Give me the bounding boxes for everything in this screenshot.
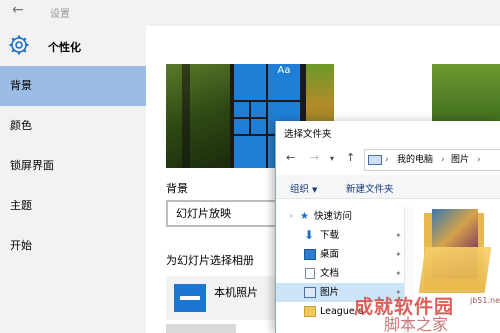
folder-front bbox=[418, 247, 492, 293]
album-item[interactable]: 本机照片 bbox=[166, 276, 286, 320]
tree-item-documents[interactable]: 文档 ✦ bbox=[276, 264, 404, 283]
breadcrumb-pictures[interactable]: 图片 bbox=[451, 150, 469, 170]
address-bar[interactable]: › 我的电脑 › 图片 › bbox=[364, 149, 500, 171]
watermark-text: 脚本之家 bbox=[384, 315, 449, 333]
sidebar-item-colors[interactable]: 颜色 bbox=[0, 106, 146, 146]
chevron-down-icon: ▼ bbox=[312, 186, 318, 194]
download-icon: ⬇ bbox=[304, 228, 315, 242]
tree-item-label: 文档 bbox=[320, 268, 340, 279]
album-label: 为幻灯片选择相册 bbox=[166, 254, 254, 267]
back-icon[interactable]: ← bbox=[286, 151, 295, 164]
pin-icon: ✦ bbox=[395, 231, 402, 240]
sidebar-header: 个性化 bbox=[0, 26, 146, 64]
window-title: 设置 bbox=[50, 9, 70, 20]
breadcrumb-separator: › bbox=[385, 155, 389, 165]
preview-tile bbox=[234, 64, 266, 100]
tree-item-downloads[interactable]: ⬇ 下载 ✦ bbox=[276, 226, 404, 245]
preview-tile bbox=[234, 119, 249, 134]
dialog-title: 选择文件夹 bbox=[284, 129, 332, 140]
tree-item-label: 图片 bbox=[320, 287, 340, 298]
preview-tile bbox=[251, 102, 266, 117]
album-icon bbox=[174, 284, 206, 312]
pin-icon: ✦ bbox=[395, 269, 402, 278]
gear-icon bbox=[9, 35, 29, 55]
sidebar-item-background[interactable]: 背景 bbox=[0, 66, 146, 106]
dialog-navigation: ← → ▾ ↑ › 我的电脑 › 图片 › bbox=[276, 149, 500, 171]
breadcrumb-separator: › bbox=[477, 155, 481, 165]
preview-start-bar bbox=[182, 64, 190, 168]
expand-icon[interactable]: › bbox=[290, 207, 293, 226]
tree-item-desktop[interactable]: 桌面 ✦ bbox=[276, 245, 404, 264]
background-type-select[interactable]: 幻灯片放映 bbox=[166, 200, 286, 227]
computer-icon bbox=[368, 155, 382, 165]
folder-thumbnail[interactable] bbox=[418, 207, 492, 297]
preview-tile-text: Aa bbox=[277, 65, 291, 76]
chevron-down-icon[interactable]: ▾ bbox=[330, 154, 334, 163]
sidebar-item-start[interactable]: 开始 bbox=[0, 226, 146, 266]
tree-item-label: 快速访问 bbox=[314, 211, 353, 222]
album-item-label: 本机照片 bbox=[214, 286, 258, 299]
desktop-icon bbox=[304, 249, 316, 260]
preview-tile-aa: Aa bbox=[268, 64, 300, 100]
up-arrow-icon[interactable]: ↑ bbox=[346, 151, 355, 164]
organize-label: 组织 bbox=[290, 184, 310, 195]
new-folder-button[interactable]: 新建文件夹 bbox=[346, 181, 394, 195]
back-arrow-icon[interactable]: ← bbox=[12, 2, 24, 18]
folder-icon bbox=[304, 306, 316, 317]
preview-tile bbox=[234, 136, 266, 168]
tree-item-label: 下载 bbox=[320, 230, 340, 241]
document-icon bbox=[305, 268, 315, 279]
breadcrumb-pc[interactable]: 我的电脑 bbox=[397, 150, 433, 170]
picture-icon bbox=[304, 287, 316, 298]
forward-icon[interactable]: → bbox=[310, 151, 319, 164]
breadcrumb-separator: › bbox=[441, 155, 445, 165]
preview-tile bbox=[234, 102, 249, 117]
preview-tile bbox=[251, 119, 266, 134]
dialog-toolbar: 组织 ▼ 新建文件夹 bbox=[276, 175, 500, 199]
sidebar-nav: 背景 颜色 锁屏界面 主题 开始 bbox=[0, 66, 146, 266]
browse-button[interactable] bbox=[166, 324, 236, 333]
background-label: 背景 bbox=[166, 182, 188, 195]
star-icon: ★ bbox=[300, 211, 309, 222]
watermark-url: jb51.net bbox=[470, 296, 500, 305]
tree-item-quick-access[interactable]: › ★ 快速访问 bbox=[276, 207, 404, 226]
title-bar: ← 设置 bbox=[0, 0, 500, 26]
preview-grass-image bbox=[166, 64, 230, 168]
personalize-heading: 个性化 bbox=[48, 41, 81, 54]
organize-button[interactable]: 组织 ▼ bbox=[290, 181, 317, 195]
pin-icon: ✦ bbox=[395, 250, 402, 259]
sidebar-item-lock-screen[interactable]: 锁屏界面 bbox=[0, 146, 146, 186]
sidebar-item-themes[interactable]: 主题 bbox=[0, 186, 146, 226]
tree-item-label: 桌面 bbox=[320, 249, 340, 260]
